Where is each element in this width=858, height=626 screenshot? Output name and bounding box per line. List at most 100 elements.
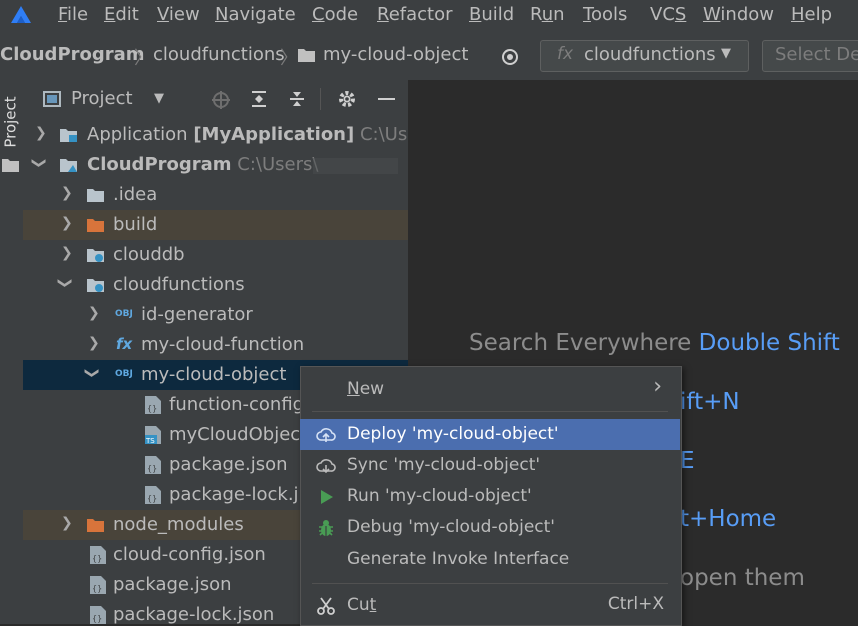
- context-menu-cut-label: Cut: [347, 595, 377, 615]
- fx-icon: fx: [557, 44, 574, 64]
- tree-node-cloudprogram[interactable]: ❯ CloudProgram C:\Users\: [23, 150, 408, 180]
- context-menu-sync[interactable]: Sync 'my-cloud-object': [300, 450, 680, 481]
- locate-icon[interactable]: [211, 90, 231, 110]
- hint-go-to-file-shortcut: ift+N: [680, 389, 740, 415]
- tree-node-clouddb[interactable]: ❯ clouddb: [23, 240, 408, 270]
- clouddb-folder-icon: [87, 249, 104, 262]
- tree-node-application[interactable]: ❯ Application [MyApplication] C:\Use: [23, 120, 418, 150]
- gear-icon[interactable]: [337, 89, 357, 109]
- svg-text:{}: {}: [147, 464, 157, 473]
- tree-label: cloud-config.json: [113, 544, 266, 565]
- cloud-upload-icon: [316, 428, 336, 442]
- context-menu-new[interactable]: New ›: [300, 374, 680, 405]
- chevron-down-icon[interactable]: ❯: [84, 367, 100, 379]
- tree-label: cloudfunctions: [113, 274, 245, 295]
- project-panel-header: Project ▼: [23, 80, 408, 118]
- chevron-right-icon[interactable]: ❯: [88, 305, 100, 321]
- tree-node-my-cloud-function[interactable]: ❯ fx my-cloud-function: [23, 330, 408, 360]
- excluded-folder-icon: [87, 219, 104, 232]
- project-view-title[interactable]: Project: [71, 88, 133, 109]
- breadcrumb-cloudfunctions[interactable]: cloudfunctions: [153, 44, 285, 66]
- expand-all-icon[interactable]: [249, 89, 269, 109]
- hint-search-everywhere: Search Everywhere Double Shift: [469, 328, 840, 358]
- device-selector-dropdown[interactable]: Select De: [762, 40, 858, 72]
- menu-build[interactable]: Build: [469, 4, 514, 26]
- chevron-right-icon[interactable]: ❯: [61, 515, 73, 531]
- hide-panel-icon[interactable]: [378, 98, 395, 100]
- module-folder-icon: [60, 129, 77, 142]
- debug-bug-icon: [319, 520, 333, 536]
- tree-label: CloudProgram: [87, 154, 232, 175]
- module-name: [MyApplication]: [193, 124, 355, 145]
- cloud-function-icon: fx: [116, 335, 133, 353]
- chevron-right-icon[interactable]: ❯: [88, 335, 100, 351]
- chevron-right-icon[interactable]: ❯: [61, 185, 73, 201]
- project-view-icon: [43, 91, 61, 107]
- menu-file[interactable]: File: [58, 4, 88, 26]
- menu-view[interactable]: View: [157, 4, 200, 26]
- svg-text:{}: {}: [92, 614, 102, 623]
- json-file-icon: {}: [145, 486, 161, 504]
- context-menu-cut[interactable]: Cut Ctrl+X: [300, 590, 680, 621]
- project-tool-tab[interactable]: Project: [2, 96, 20, 147]
- tree-node-id-generator[interactable]: ❯ OBJ id-generator: [23, 300, 408, 330]
- context-menu-debug-label: Debug 'my-cloud-object': [347, 517, 555, 537]
- target-icon[interactable]: [500, 47, 520, 67]
- cloud-object-icon: OBJ: [115, 369, 133, 379]
- context-menu-sync-label: Sync 'my-cloud-object': [347, 455, 541, 475]
- json-file-icon: {}: [145, 456, 161, 474]
- menu-edit[interactable]: Edit: [104, 4, 139, 26]
- view-dropdown-arrow-icon[interactable]: ▼: [154, 91, 164, 106]
- chevron-right-icon[interactable]: ❯: [61, 245, 73, 261]
- tree-node-cloudfunctions[interactable]: ❯ cloudfunctions: [23, 270, 408, 300]
- function-selector-dropdown[interactable]: fx cloudfunctions ▼: [540, 40, 749, 72]
- menu-code[interactable]: Code: [312, 4, 358, 26]
- function-selector-value: cloudfunctions: [584, 44, 716, 65]
- hint-recent-files-shortcut: E: [680, 448, 695, 474]
- context-menu-debug[interactable]: Debug 'my-cloud-object': [300, 512, 680, 543]
- chevron-right-icon[interactable]: ❯: [35, 125, 47, 141]
- context-menu-run-label: Run 'my-cloud-object': [347, 486, 532, 506]
- run-icon: [321, 490, 333, 504]
- tree-label: node_modules: [113, 514, 244, 535]
- hint-navigation-bar-shortcut: t+Home: [680, 506, 777, 532]
- excluded-folder-icon: [87, 519, 104, 532]
- app-logo-icon: [11, 6, 31, 23]
- svg-text:{}: {}: [92, 584, 102, 593]
- submenu-arrow-icon: ›: [653, 374, 662, 399]
- device-selector-placeholder: Select De: [775, 44, 858, 65]
- menu-run[interactable]: Run: [530, 4, 565, 26]
- context-menu-deploy[interactable]: Deploy 'my-cloud-object': [300, 419, 680, 450]
- chevron-down-icon[interactable]: ❯: [31, 157, 47, 169]
- tree-label: id-generator: [141, 304, 253, 325]
- tree-node-idea[interactable]: ❯ .idea: [23, 180, 408, 210]
- chevron-down-icon[interactable]: ❯: [57, 277, 73, 289]
- context-menu-run[interactable]: Run 'my-cloud-object': [300, 481, 680, 512]
- folder-icon: [2, 159, 19, 172]
- collapse-all-icon[interactable]: [287, 89, 307, 109]
- chevron-right-icon[interactable]: ❯: [61, 215, 73, 231]
- scissors-icon: [317, 597, 335, 615]
- json-file-icon: {}: [90, 606, 106, 624]
- menu-refactor[interactable]: Refactor: [377, 4, 453, 26]
- json-file-icon: {}: [90, 546, 106, 564]
- tree-label: clouddb: [113, 244, 185, 265]
- menu-vcs[interactable]: VCS: [650, 4, 686, 26]
- breadcrumb-leaf[interactable]: my-cloud-object: [323, 44, 468, 66]
- breadcrumb-root[interactable]: CloudProgram: [0, 44, 145, 66]
- tree-label: function-config: [169, 394, 305, 415]
- tree-label: package-lock.j: [169, 484, 299, 505]
- tree-node-build[interactable]: ❯ build: [23, 210, 408, 240]
- menu-navigate[interactable]: Navigate: [215, 4, 296, 26]
- json-file-icon: {}: [90, 576, 106, 594]
- menu-help[interactable]: Help: [791, 4, 832, 26]
- menu-window[interactable]: Window: [703, 4, 774, 26]
- cloud-object-icon: OBJ: [115, 309, 133, 319]
- tree-label: .idea: [113, 184, 158, 205]
- menu-separator: [312, 411, 668, 412]
- svg-text:{}: {}: [92, 554, 102, 563]
- cloud-sync-icon: [316, 459, 336, 474]
- tree-label: package.json: [169, 454, 288, 475]
- context-menu-generate-invoke-interface[interactable]: Generate Invoke Interface: [300, 544, 680, 575]
- menu-tools[interactable]: Tools: [583, 4, 627, 26]
